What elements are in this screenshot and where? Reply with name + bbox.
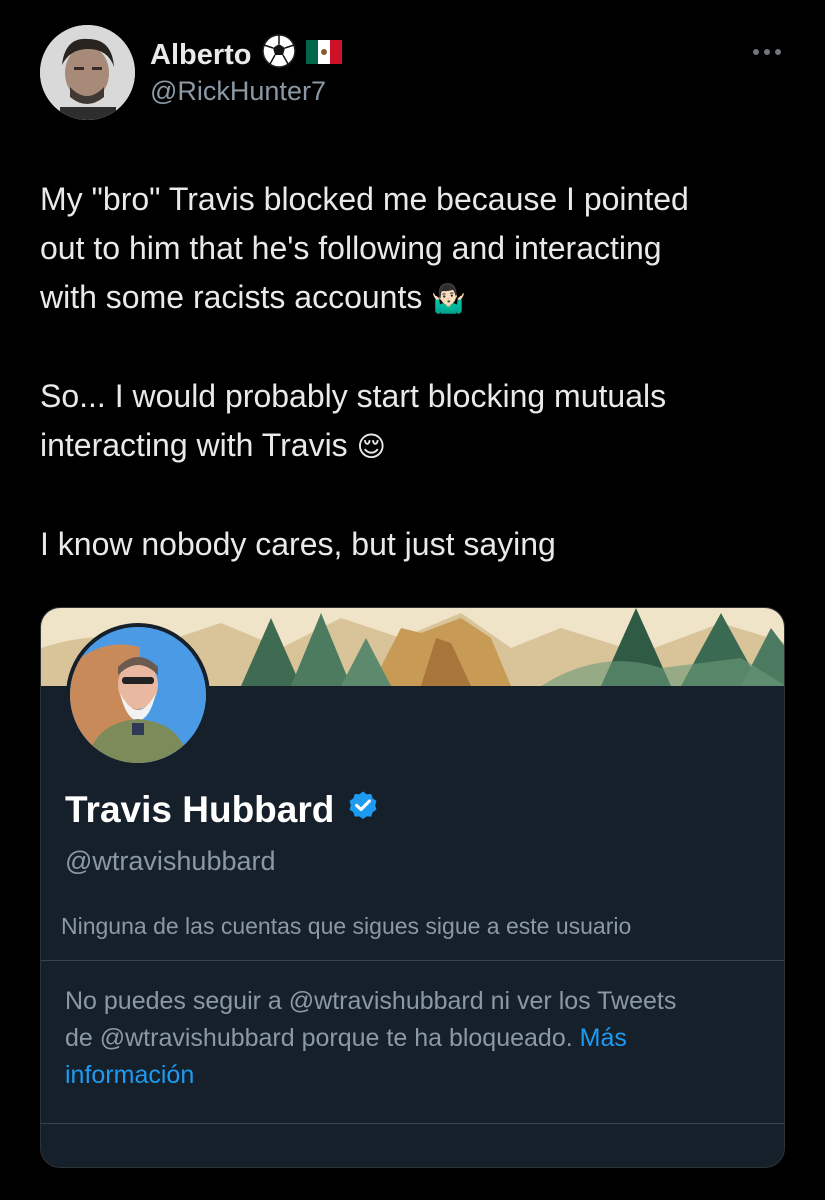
- shrug-emoji: 🤷🏻‍♂️: [431, 282, 467, 315]
- tweet-text: My "bro" Travis blocked me because I poi…: [40, 175, 790, 569]
- blocked-text-line: No puedes seguir a @wtravishubbard ni ve…: [65, 987, 677, 1015]
- mexico-flag-icon: [305, 39, 342, 72]
- divider: [41, 1123, 784, 1124]
- divider: [41, 960, 784, 961]
- profile-handle[interactable]: @wtravishubbard: [65, 846, 276, 877]
- follow-note: Ninguna de las cuentas que sigues sigue …: [61, 913, 632, 939]
- blocked-notice: No puedes seguir a @wtravishubbard ni ve…: [65, 983, 755, 1094]
- tweet-line: out to him that he's following and inter…: [40, 230, 662, 266]
- author-name[interactable]: Alberto: [150, 39, 252, 72]
- soccer-ball-icon: [261, 34, 296, 76]
- author-avatar[interactable]: [40, 25, 135, 120]
- relieved-face-emoji: 😌: [356, 430, 386, 463]
- tweet-line: interacting with Travis 😌: [40, 427, 386, 463]
- more-options-icon[interactable]: [752, 36, 782, 64]
- tweet-line: with some racists accounts 🤷🏻‍♂️: [40, 279, 467, 315]
- verified-badge-icon: [346, 788, 380, 831]
- more-info-link[interactable]: Más: [580, 1024, 627, 1052]
- profile-card[interactable]: Travis Hubbard @wtravishubbard Ninguna d…: [40, 607, 785, 1168]
- author-name-row[interactable]: Alberto: [150, 34, 342, 76]
- author-handle[interactable]: @RickHunter7: [150, 76, 326, 107]
- tweet-line: I know nobody cares, but just saying: [40, 526, 556, 562]
- tweet-line: My "bro" Travis blocked me because I poi…: [40, 181, 689, 217]
- profile-avatar[interactable]: [66, 623, 210, 767]
- more-info-link-continued[interactable]: información: [65, 1057, 755, 1094]
- profile-name[interactable]: Travis Hubbard: [65, 789, 334, 831]
- profile-name-row[interactable]: Travis Hubbard: [65, 788, 380, 831]
- blocked-text-line: de @wtravishubbard porque te ha bloquead…: [65, 1024, 627, 1052]
- tweet-line: So... I would probably start blocking mu…: [40, 378, 667, 414]
